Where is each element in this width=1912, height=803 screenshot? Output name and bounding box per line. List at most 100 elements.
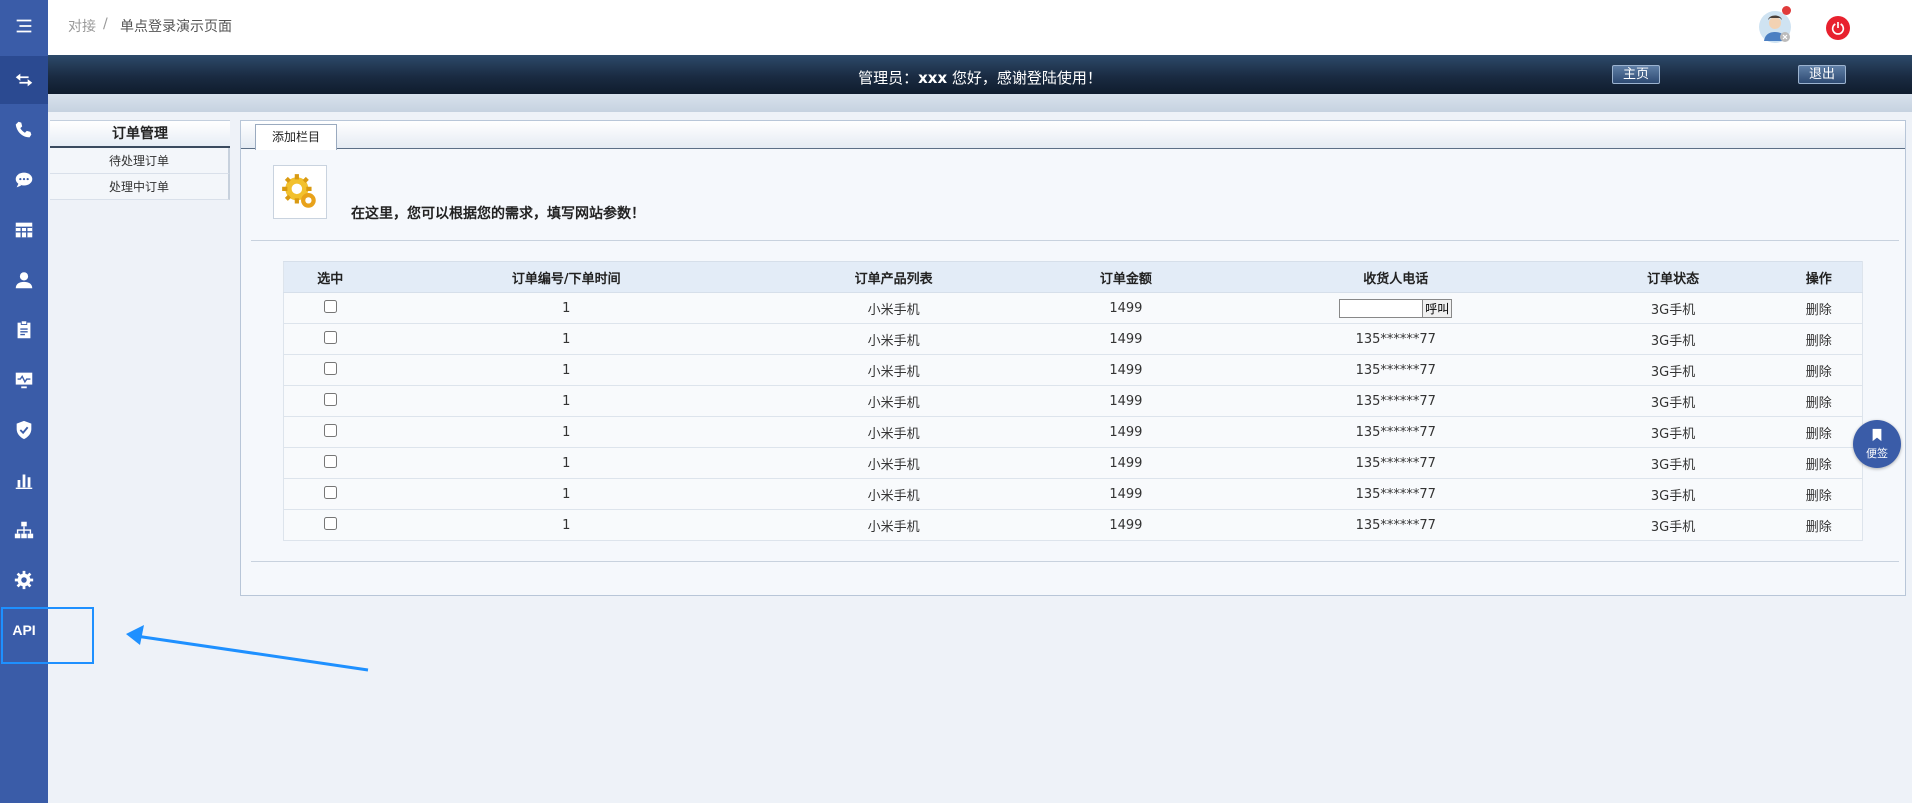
rail-item-chart[interactable] <box>0 456 48 504</box>
rail-item-api[interactable]: API <box>0 606 48 654</box>
amount-cell: 1499 <box>1030 354 1221 386</box>
status-cell: 3G手机 <box>1570 292 1776 324</box>
delete-link[interactable]: 删除 <box>1806 489 1832 504</box>
rail-item-phone[interactable] <box>0 106 48 154</box>
row-checkbox[interactable] <box>323 392 337 406</box>
order-number-cell: 1 <box>376 323 757 355</box>
row-checkbox[interactable] <box>323 299 337 313</box>
phone-cell: 135******77 <box>1220 478 1571 510</box>
product-cell: 小米手机 <box>756 416 1031 448</box>
action-cell: 删除 <box>1775 478 1863 510</box>
action-cell: 删除 <box>1775 385 1863 417</box>
row-checkbox[interactable] <box>323 516 337 530</box>
product-cell: 小米手机 <box>756 354 1031 386</box>
admin-label: 管理员： <box>858 69 919 87</box>
annotation-arrow <box>126 625 369 672</box>
delete-link[interactable]: 删除 <box>1806 303 1832 318</box>
delete-link[interactable]: 删除 <box>1806 458 1832 473</box>
breadcrumb-parent[interactable]: 对接 <box>68 16 96 36</box>
column-header: 收货人电话 <box>1220 261 1571 293</box>
user-icon <box>15 272 33 289</box>
select-cell <box>283 416 377 448</box>
phone-icon <box>15 121 32 138</box>
top-bar: 对接 / 单点登录演示页面 <box>48 0 1912 55</box>
column-header: 选中 <box>283 261 377 293</box>
settings-illustration <box>273 165 327 219</box>
phone-input[interactable] <box>1339 298 1424 318</box>
product-cell: 小米手机 <box>756 509 1031 541</box>
table-row: 1 小米手机 1499 135******77 3G手机 删除 <box>283 509 1863 541</box>
welcome-text: 您好，感谢登陆使用！ <box>947 69 1102 87</box>
rail-item-clipboard[interactable] <box>0 306 48 354</box>
menu-toggle-button[interactable] <box>0 2 48 50</box>
home-button[interactable]: 主页 <box>1612 65 1661 84</box>
column-header: 订单状态 <box>1570 261 1776 293</box>
rail-item-monitor[interactable] <box>0 356 48 404</box>
product-cell: 小米手机 <box>756 323 1031 355</box>
rail-item-shield[interactable] <box>0 406 48 454</box>
row-checkbox[interactable] <box>323 330 337 344</box>
amount-cell: 1499 <box>1030 385 1221 417</box>
amount-cell: 1499 <box>1030 447 1221 479</box>
rail-item-org[interactable] <box>0 506 48 554</box>
orders-table: 选中 订单编号/下单时间 订单产品列表 订单金额 收货人电话 订单状态 操作 1… <box>283 261 1863 541</box>
breadcrumb-current: 单点登录演示页面 <box>120 19 232 35</box>
bookmark-icon <box>1872 428 1882 442</box>
column-header: 订单编号/下单时间 <box>376 261 757 293</box>
action-cell: 删除 <box>1775 509 1863 541</box>
table-icon <box>15 222 33 238</box>
table-row: 1 小米手机 1499 135******77 3G手机 删除 <box>283 354 1863 386</box>
tab-add-column[interactable]: 添加栏目 <box>255 124 337 150</box>
rail-item-settings[interactable] <box>0 556 48 604</box>
product-cell: 小米手机 <box>756 447 1031 479</box>
clipboard-icon <box>17 320 31 339</box>
select-cell <box>283 385 377 417</box>
phone-cell: 135******77 <box>1220 447 1571 479</box>
table-row: 1 小米手机 1499 135******77 3G手机 删除 <box>283 385 1863 417</box>
action-cell: 删除 <box>1775 323 1863 355</box>
submenu-item-processing[interactable]: 处理中订单 <box>50 174 230 200</box>
submenu-item-pending[interactable]: 待处理订单 <box>50 148 230 174</box>
menu-icon <box>16 19 32 33</box>
phone-cell: 135******77 <box>1220 354 1571 386</box>
rail-item-user[interactable] <box>0 256 48 304</box>
row-checkbox[interactable] <box>323 454 337 468</box>
notification-badge <box>1782 6 1791 15</box>
power-icon <box>1831 22 1845 35</box>
amount-cell: 1499 <box>1030 416 1221 448</box>
api-label: API <box>12 622 36 638</box>
call-button[interactable]: 呼叫 <box>1422 298 1453 318</box>
row-checkbox[interactable] <box>323 361 337 375</box>
phone-cell: 135******77 <box>1220 509 1571 541</box>
rail-item-table[interactable] <box>0 206 48 254</box>
row-checkbox[interactable] <box>323 423 337 437</box>
rail-item-transfer[interactable] <box>0 56 48 104</box>
delete-link[interactable]: 删除 <box>1806 427 1832 442</box>
avatar[interactable] <box>1758 10 1792 44</box>
delete-link[interactable]: 删除 <box>1806 396 1832 411</box>
status-cell: 3G手机 <box>1570 447 1776 479</box>
order-number-cell: 1 <box>376 292 757 324</box>
status-cell: 3G手机 <box>1570 416 1776 448</box>
product-cell: 小米手机 <box>756 292 1031 324</box>
header-band: 管理员：xxx 您好，感谢登陆使用！ 主页 退出 <box>48 55 1912 94</box>
table-row: 1 小米手机 1499 呼叫 3G手机 删除 <box>283 292 1863 324</box>
status-cell: 3G手机 <box>1570 509 1776 541</box>
row-checkbox[interactable] <box>323 485 337 499</box>
status-cell: 3G手机 <box>1570 354 1776 386</box>
delete-link[interactable]: 删除 <box>1806 365 1832 380</box>
power-button[interactable] <box>1826 16 1850 40</box>
order-number-cell: 1 <box>376 416 757 448</box>
logout-button[interactable]: 退出 <box>1798 65 1847 84</box>
delete-link[interactable]: 删除 <box>1806 520 1832 535</box>
select-cell <box>283 354 377 386</box>
monitor-icon <box>15 372 33 389</box>
status-cell: 3G手机 <box>1570 478 1776 510</box>
phone-cell: 呼叫 <box>1220 292 1571 324</box>
order-number-cell: 1 <box>376 385 757 417</box>
delete-link[interactable]: 删除 <box>1806 334 1832 349</box>
phone-cell: 135******77 <box>1220 416 1571 448</box>
admin-name: xxx <box>918 69 948 87</box>
sticky-note-button[interactable]: 便签 <box>1853 420 1901 468</box>
rail-item-chat[interactable] <box>0 156 48 204</box>
